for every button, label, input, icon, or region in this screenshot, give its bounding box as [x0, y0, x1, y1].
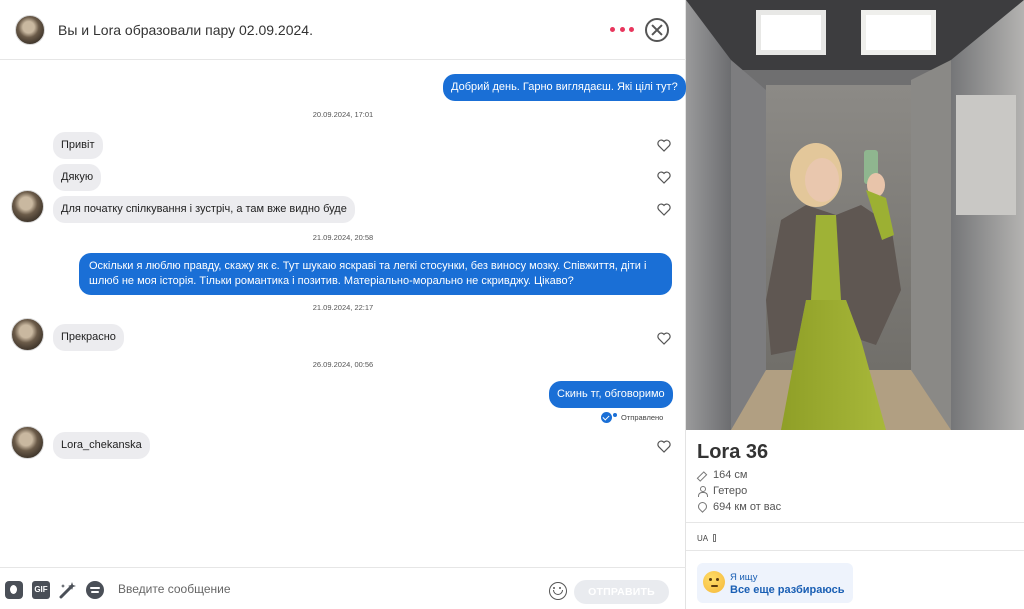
thinking-face-icon — [703, 571, 725, 593]
location-pin-icon — [697, 502, 707, 512]
message-composer: GIF ОТПРАВИТЬ — [0, 567, 686, 609]
message-outgoing[interactable]: Скинь тг, обговоримо — [549, 381, 673, 408]
send-button[interactable]: ОТПРАВИТЬ — [574, 580, 669, 604]
message-incoming[interactable]: Lora_chekanska — [53, 432, 150, 459]
timestamp: 26.09.2024, 00:56 — [312, 360, 374, 369]
profile-panel: Lora 36 164 см Гетеро 694 км от вас UA Я… — [686, 0, 1024, 609]
profile-name-age: Lora 36 — [697, 441, 769, 463]
person-icon — [697, 486, 708, 497]
like-heart-icon[interactable] — [657, 203, 671, 216]
chat-header: Вы и Lora образовали пару 02.09.2024. — [0, 0, 686, 60]
profile-orientation-row: Гетеро — [697, 485, 747, 497]
message-incoming[interactable]: Привіт — [53, 132, 103, 159]
message-incoming[interactable]: Для початку спілкування і зустріч, а там… — [53, 196, 355, 223]
chat-panel: Вы и Lora образовали пару 02.09.2024. До… — [0, 0, 686, 609]
spotify-icon[interactable] — [86, 581, 104, 599]
profile-height-row: 164 см — [696, 469, 748, 482]
message-outgoing[interactable]: Оскільки я люблю правду, скажу як є. Тут… — [79, 253, 672, 295]
ruler-icon — [696, 470, 708, 482]
sender-avatar[interactable] — [11, 318, 44, 351]
profile-language: UA — [697, 534, 709, 543]
message-incoming[interactable]: Дякую — [53, 164, 102, 191]
like-heart-icon[interactable] — [657, 332, 671, 345]
sender-avatar[interactable] — [11, 426, 44, 459]
profile-photo[interactable] — [686, 0, 1024, 430]
message-incoming[interactable]: Прекрасно — [53, 324, 124, 351]
language-flag-icon — [713, 534, 716, 542]
match-avatar[interactable] — [15, 15, 45, 45]
close-chat-button[interactable] — [645, 18, 669, 42]
divider — [686, 522, 1024, 523]
emoji-icon[interactable] — [549, 582, 567, 600]
more-options-button[interactable] — [610, 20, 634, 38]
message-input[interactable] — [118, 577, 538, 601]
like-heart-icon[interactable] — [657, 139, 671, 152]
profile-distance: 694 км от вас — [713, 501, 782, 513]
seeking-label: Я ищу — [730, 572, 758, 583]
seeking-value: Все еще разбираюсь — [730, 584, 845, 596]
sender-avatar[interactable] — [11, 190, 44, 223]
divider — [686, 550, 1024, 551]
profile-distance-row: 694 км от вас — [697, 501, 781, 513]
timestamp: 21.09.2024, 22:17 — [312, 303, 374, 312]
profile-orientation: Гетеро — [713, 485, 748, 497]
gif-button[interactable]: GIF — [32, 581, 50, 599]
sent-status-label: Отправлено — [621, 413, 664, 422]
timestamp: 21.09.2024, 20:58 — [312, 233, 374, 242]
magic-wand-icon[interactable] — [59, 581, 77, 599]
chat-title: Вы и Lora образовали пару 02.09.2024. — [58, 22, 313, 38]
sticker-icon[interactable] — [5, 581, 23, 599]
like-heart-icon[interactable] — [657, 440, 671, 453]
timestamp: 20.09.2024, 17:01 — [312, 110, 374, 119]
message-outgoing[interactable]: Добрий день. Гарно виглядаєш. Які цілі т… — [443, 74, 686, 101]
seeking-card: Я ищу Все еще разбираюсь — [697, 563, 853, 603]
profile-height: 164 см — [713, 469, 748, 481]
sent-check-icon — [601, 412, 612, 423]
sent-status: Отправлено — [601, 412, 663, 423]
like-heart-icon[interactable] — [657, 171, 671, 184]
